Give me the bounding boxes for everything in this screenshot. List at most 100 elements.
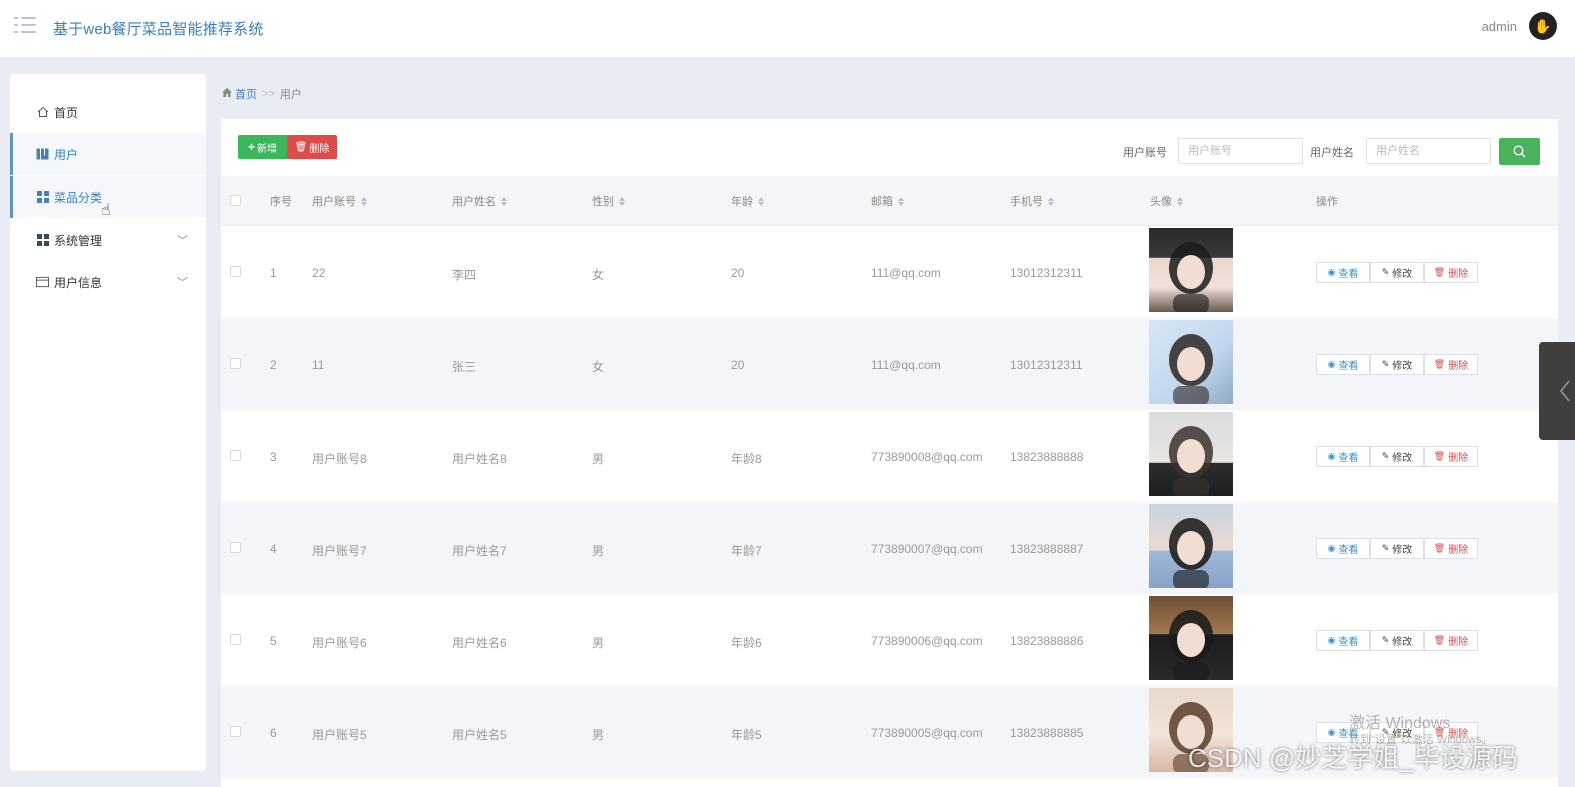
row-checkbox[interactable] bbox=[230, 450, 241, 461]
table-row: 4 用户账号7 用户姓名7 男 年龄7 773890007@qq.com 138238888… bbox=[221, 502, 1558, 594]
sidebar-item-user-info[interactable]: 用户信息 ﹀ bbox=[10, 261, 206, 303]
view-button-label: 查看 bbox=[1338, 545, 1359, 556]
cell-phone: 13823888885 bbox=[1010, 726, 1084, 740]
column-header-gender[interactable]: 性别 bbox=[592, 193, 625, 209]
sidebar-item-users[interactable]: 用户 bbox=[10, 133, 206, 175]
row-checkbox[interactable] bbox=[230, 358, 241, 369]
sort-icon[interactable] bbox=[1177, 196, 1183, 206]
column-header-actions: 操作 bbox=[1316, 196, 1338, 208]
cell-email: 111@qq.com bbox=[871, 358, 941, 372]
row-delete-button[interactable]: 🗑 删除 bbox=[1424, 354, 1478, 375]
edit-button-label: 修改 bbox=[1392, 637, 1413, 648]
eye-icon: ◉ bbox=[1327, 451, 1336, 461]
sort-icon[interactable] bbox=[1048, 196, 1054, 206]
sidebar-item-label: 菜品分类 bbox=[54, 190, 103, 205]
row-checkbox[interactable] bbox=[230, 726, 241, 737]
plus-icon: + bbox=[247, 140, 255, 154]
edit-icon: ✎ bbox=[1381, 267, 1390, 277]
row-delete-button[interactable]: 🗑 删除 bbox=[1424, 262, 1478, 283]
column-header-avatar[interactable]: 头像 bbox=[1150, 193, 1183, 209]
cell-gender: 女 bbox=[592, 268, 605, 282]
eye-icon: ◉ bbox=[1327, 543, 1336, 553]
cell-gender: 男 bbox=[592, 728, 605, 742]
cell-age: 20 bbox=[731, 358, 745, 372]
cell-email: 773890006@qq.com bbox=[871, 634, 983, 648]
row-delete-button[interactable]: 🗑 删除 bbox=[1424, 538, 1478, 559]
cell-email: 773890007@qq.com bbox=[871, 542, 983, 556]
view-button[interactable]: ◉ 查看 bbox=[1316, 354, 1370, 375]
cell-gender: 男 bbox=[592, 452, 605, 466]
avatar-photo bbox=[1149, 320, 1233, 404]
cell-age: 年龄5 bbox=[731, 728, 762, 742]
edit-button[interactable]: ✎ 修改 bbox=[1370, 630, 1424, 651]
trash-icon: 🗑 bbox=[294, 141, 308, 153]
column-header-age[interactable]: 年龄 bbox=[731, 193, 764, 209]
edit-button-label: 修改 bbox=[1392, 545, 1413, 556]
cell-email: 773890008@qq.com bbox=[871, 450, 983, 464]
table-header: 序号 用户账号 用户姓名 性别 年龄 邮箱 手机号 头像 操作 bbox=[221, 176, 1558, 226]
name-search-input[interactable] bbox=[1366, 138, 1491, 164]
row-delete-button[interactable]: 🗑 删除 bbox=[1424, 630, 1478, 651]
name-search-label: 用户姓名 bbox=[1310, 147, 1354, 159]
column-header-index: 序号 bbox=[270, 196, 292, 208]
edit-button-label: 修改 bbox=[1392, 361, 1413, 372]
sort-icon[interactable] bbox=[361, 196, 367, 206]
eye-icon: ◉ bbox=[1327, 727, 1336, 737]
sort-icon[interactable] bbox=[758, 196, 764, 206]
account-search-input[interactable] bbox=[1178, 138, 1303, 164]
home-icon bbox=[36, 106, 49, 119]
edit-button[interactable]: ✎ 修改 bbox=[1370, 262, 1424, 283]
row-delete-button-label: 删除 bbox=[1448, 269, 1469, 280]
edit-icon: ✎ bbox=[1381, 635, 1390, 645]
cell-phone: 13012312311 bbox=[1010, 358, 1083, 372]
column-header-email[interactable]: 邮箱 bbox=[871, 193, 904, 209]
chevron-down-icon: ﹀ bbox=[177, 235, 188, 247]
edit-button[interactable]: ✎ 修改 bbox=[1370, 354, 1424, 375]
cell-account: 用户账号8 bbox=[312, 452, 367, 466]
avatar[interactable]: ✋ bbox=[1529, 12, 1557, 40]
sort-icon[interactable] bbox=[898, 196, 904, 206]
view-button[interactable]: ◉ 查看 bbox=[1316, 446, 1370, 467]
view-button-label: 查看 bbox=[1338, 269, 1359, 280]
view-button-label: 查看 bbox=[1338, 361, 1359, 372]
row-checkbox[interactable] bbox=[230, 634, 241, 645]
side-panel-toggle[interactable] bbox=[1539, 342, 1575, 440]
trash-icon: 🗑 bbox=[1433, 635, 1446, 645]
table-row: 1 22 李四女 20 111@qq.com 13012312311 ◉ 查看 ✎ 修改 🗑 删除 bbox=[221, 226, 1558, 318]
menu-toggle-icon[interactable] bbox=[14, 17, 36, 34]
cell-age: 20 bbox=[731, 266, 745, 280]
search-button[interactable] bbox=[1499, 138, 1540, 165]
sort-icon[interactable] bbox=[619, 196, 625, 206]
edit-button[interactable]: ✎ 修改 bbox=[1370, 446, 1424, 467]
view-button-label: 查看 bbox=[1338, 637, 1359, 648]
view-button[interactable]: ◉ 查看 bbox=[1316, 630, 1370, 651]
column-header-phone[interactable]: 手机号 bbox=[1010, 193, 1054, 209]
sidebar-item-label: 首页 bbox=[54, 105, 79, 120]
windows-activation-title: 激活 Windows bbox=[1349, 715, 1451, 732]
trash-icon: 🗑 bbox=[1433, 359, 1446, 369]
column-header-name[interactable]: 用户姓名 bbox=[452, 193, 507, 209]
row-checkbox[interactable] bbox=[230, 266, 241, 277]
row-checkbox[interactable] bbox=[230, 542, 241, 553]
search-icon bbox=[1513, 145, 1526, 158]
view-button[interactable]: ◉ 查看 bbox=[1316, 262, 1370, 283]
select-all-checkbox[interactable] bbox=[230, 195, 241, 206]
breadcrumb-home[interactable]: 首页 bbox=[235, 86, 257, 102]
edit-button[interactable]: ✎ 修改 bbox=[1370, 538, 1424, 559]
main-panel: + 新增 🗑 删除 用户账号 用户姓名 序号 用户账号 用户姓名 性别 年龄 邮… bbox=[221, 119, 1558, 787]
row-delete-button[interactable]: 🗑 删除 bbox=[1424, 446, 1478, 467]
cell-age: 年龄6 bbox=[731, 636, 762, 650]
sidebar-item-home[interactable]: 首页 bbox=[10, 91, 206, 133]
cell-account: 用户账号7 bbox=[312, 544, 367, 558]
app-title: 基于web餐厅菜品智能推荐系统 bbox=[53, 21, 264, 38]
book-icon bbox=[36, 148, 49, 161]
cell-index: 3 bbox=[270, 450, 277, 464]
column-header-account[interactable]: 用户账号 bbox=[312, 193, 367, 209]
user-name[interactable]: admin bbox=[1482, 19, 1517, 34]
view-button[interactable]: ◉ 查看 bbox=[1316, 538, 1370, 559]
sidebar-item-system[interactable]: 系统管理 ﹀ bbox=[10, 219, 206, 261]
table-row: 3 用户账号8 用户姓名8 男 年龄8 773890008@qq.com 138238888… bbox=[221, 410, 1558, 502]
sort-icon[interactable] bbox=[501, 196, 507, 206]
add-button[interactable]: + 新增 bbox=[238, 135, 287, 159]
delete-button[interactable]: 🗑 删除 bbox=[287, 135, 337, 159]
